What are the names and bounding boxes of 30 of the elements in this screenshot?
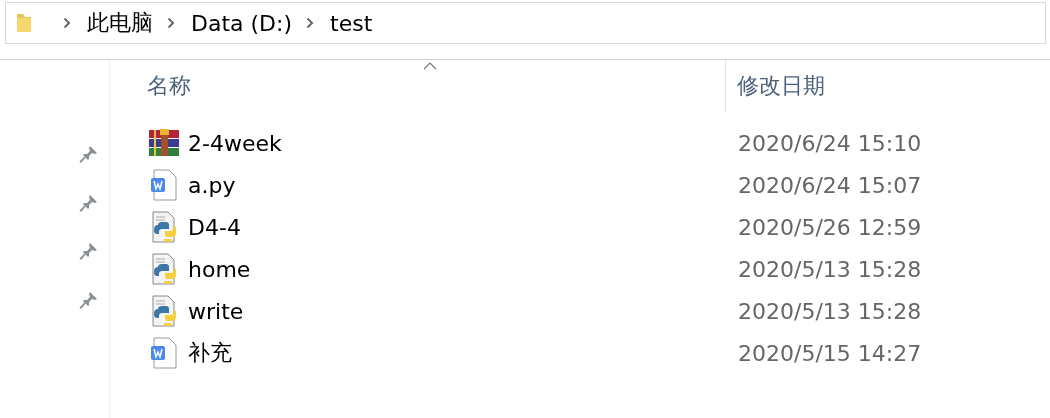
pin-icon[interactable] <box>79 192 99 213</box>
column-header[interactable]: 修改日期 <box>725 60 1050 112</box>
file-name[interactable]: 2-4week <box>188 130 282 156</box>
pin-icon[interactable] <box>79 289 99 310</box>
date-modified: 2020/5/15 14:27 <box>737 340 922 366</box>
chevron-icon <box>306 17 315 29</box>
date-modified: 2020/5/26 12:59 <box>737 214 922 240</box>
chevron-icon <box>63 17 71 29</box>
file-name[interactable]: 补充 <box>188 338 232 368</box>
file-name[interactable]: a.py <box>188 172 236 198</box>
folder-icon <box>15 12 33 34</box>
chevron-icon <box>167 17 175 29</box>
date-modified: 2020/6/24 15:10 <box>737 130 922 156</box>
breadcrumb[interactable]: test <box>330 10 373 36</box>
sort-caret-icon <box>423 62 437 70</box>
file-name[interactable]: home <box>188 256 251 282</box>
breadcrumb[interactable]: Data (D:) <box>191 10 293 36</box>
pin-icon[interactable] <box>79 144 99 165</box>
pin-icon[interactable] <box>79 241 99 262</box>
document-icon <box>148 337 180 369</box>
document-icon <box>148 169 180 201</box>
column-header[interactable]: 名称 <box>110 60 725 112</box>
address-bar[interactable]: 此电脑 Data (D:) test <box>5 2 1046 44</box>
file-name[interactable]: D4-4 <box>188 214 241 240</box>
date-modified: 2020/5/13 15:28 <box>737 298 922 324</box>
date-modified: 2020/5/13 15:28 <box>737 256 922 282</box>
file-name[interactable]: write <box>188 298 244 324</box>
breadcrumb[interactable]: 此电脑 <box>87 8 153 38</box>
archive-icon <box>148 128 180 158</box>
date-modified: 2020/6/24 15:07 <box>737 172 922 198</box>
